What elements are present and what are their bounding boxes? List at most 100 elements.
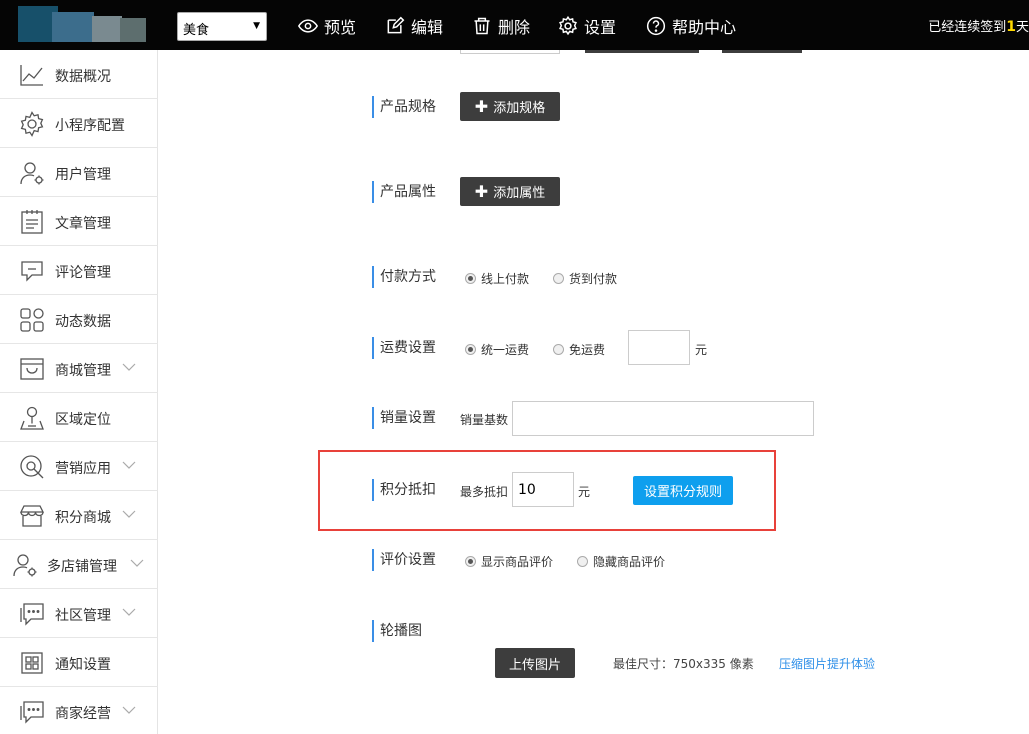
sidebar-item-label: 多店铺管理 bbox=[47, 559, 117, 575]
attr-label: 产品属性 bbox=[372, 181, 436, 203]
sidebar-item-label: 数据概况 bbox=[55, 69, 111, 85]
radio-checked-icon bbox=[465, 344, 476, 355]
sidebar-item-marketing-apps[interactable]: 营销应用 bbox=[0, 442, 158, 491]
review-hide-radio[interactable]: 隐藏商品评价 bbox=[577, 553, 665, 570]
points-max-label: 最多抵扣 bbox=[460, 485, 509, 499]
add-spec-label: 添加规格 bbox=[493, 101, 546, 116]
chevron-down-icon bbox=[122, 706, 136, 714]
sidebar-item-article-management[interactable]: 文章管理 bbox=[0, 197, 158, 246]
delete-button[interactable]: 删除 bbox=[472, 14, 530, 38]
payment-online-label: 线上付款 bbox=[481, 272, 530, 286]
sales-base-input[interactable] bbox=[512, 401, 814, 436]
chevron-down-icon bbox=[122, 608, 136, 616]
checkin-prefix: 已经连续签到 bbox=[928, 20, 1007, 35]
store-icon bbox=[19, 505, 45, 527]
logo bbox=[18, 6, 146, 42]
sidebar-item-area-location[interactable]: 区域定位 bbox=[0, 393, 158, 442]
preview-label: 预览 bbox=[324, 18, 357, 37]
shipping-uniform-radio[interactable]: 统一运费 bbox=[465, 341, 529, 358]
add-spec-button[interactable]: ✚ 添加规格 bbox=[460, 92, 560, 121]
settings-button[interactable]: 设置 bbox=[558, 14, 616, 38]
sidebar-item-label: 营销应用 bbox=[55, 461, 111, 477]
edit-icon bbox=[387, 16, 405, 34]
help-center-button[interactable]: 帮助中心 bbox=[646, 14, 736, 38]
shipping-unit: 元 bbox=[695, 343, 708, 357]
notice-icon bbox=[21, 652, 43, 674]
chat-icon bbox=[20, 603, 44, 626]
payment-label: 付款方式 bbox=[372, 266, 436, 288]
sidebar-item-merchant-operations[interactable]: 商家经营 bbox=[0, 687, 158, 734]
sidebar-item-label: 社区管理 bbox=[55, 608, 111, 624]
sidebar-item-label: 评论管理 bbox=[55, 265, 111, 281]
sidebar-item-notification-settings[interactable]: 通知设置 bbox=[0, 638, 158, 687]
dropdown-arrow-icon: ▼ bbox=[253, 21, 260, 31]
main-content bbox=[178, 50, 1029, 734]
cut-off-button[interactable] bbox=[722, 50, 802, 53]
compress-image-link[interactable]: 压缩图片提升体验 bbox=[779, 655, 875, 672]
shop-box-icon bbox=[20, 358, 44, 380]
help-icon bbox=[646, 16, 666, 36]
payment-online-radio[interactable]: 线上付款 bbox=[465, 270, 529, 287]
sales-label: 销量设置 bbox=[372, 407, 436, 429]
sidebar: 数据概况 小程序配置 用户管理 文章管理 评论管理 动态数据 商城管理 区域定位… bbox=[0, 50, 158, 734]
gear-icon bbox=[20, 111, 44, 137]
settings-label: 设置 bbox=[584, 18, 617, 37]
cut-off-button[interactable] bbox=[585, 50, 699, 53]
sales-base-label: 销量基数 bbox=[460, 413, 509, 427]
chevron-down-icon bbox=[122, 510, 136, 518]
review-hide-label: 隐藏商品评价 bbox=[593, 555, 666, 569]
points-max-input[interactable]: 10 bbox=[512, 472, 574, 507]
shipping-fee-input[interactable] bbox=[628, 330, 690, 365]
sidebar-item-points-mall[interactable]: 积分商城 bbox=[0, 491, 158, 540]
spec-label: 产品规格 bbox=[372, 96, 436, 118]
payment-cod-radio[interactable]: 货到付款 bbox=[553, 270, 617, 287]
cut-off-input[interactable] bbox=[460, 50, 560, 54]
sidebar-item-label: 文章管理 bbox=[55, 216, 111, 232]
sidebar-item-miniapp-config[interactable]: 小程序配置 bbox=[0, 99, 158, 148]
chevron-down-icon bbox=[122, 363, 136, 371]
preview-button[interactable]: 预览 bbox=[298, 14, 356, 38]
plus-icon: ✚ bbox=[474, 181, 489, 201]
carousel-label: 轮播图 bbox=[372, 620, 422, 642]
eye-icon bbox=[298, 19, 318, 33]
sidebar-item-user-management[interactable]: 用户管理 bbox=[0, 148, 158, 197]
category-select[interactable]: 美食 ▼ bbox=[177, 12, 267, 41]
checkin-days: 1 bbox=[1006, 19, 1016, 35]
shipping-free-label: 免运费 bbox=[569, 343, 606, 357]
sidebar-item-label: 商城管理 bbox=[55, 363, 111, 379]
add-attr-button[interactable]: ✚ 添加属性 bbox=[460, 177, 560, 206]
checkin-suffix: 天 bbox=[1015, 20, 1029, 35]
plus-icon: ✚ bbox=[474, 96, 489, 116]
points-label: 积分抵扣 bbox=[372, 479, 436, 501]
sidebar-item-shop-management[interactable]: 商城管理 bbox=[0, 344, 158, 393]
trash-icon bbox=[474, 17, 490, 35]
radio-checked-icon bbox=[465, 273, 476, 284]
sidebar-item-label: 区域定位 bbox=[55, 412, 111, 428]
category-select-value: 美食 bbox=[183, 23, 210, 38]
article-icon bbox=[21, 210, 43, 234]
points-rule-button[interactable]: 设置积分规则 bbox=[633, 476, 733, 505]
delete-label: 删除 bbox=[498, 18, 531, 37]
shipping-label: 运费设置 bbox=[372, 337, 436, 359]
gear-icon bbox=[559, 16, 577, 36]
upload-image-button[interactable]: 上传图片 bbox=[495, 648, 575, 678]
shipping-uniform-label: 统一运费 bbox=[481, 343, 530, 357]
sidebar-item-dynamic-data[interactable]: 动态数据 bbox=[0, 295, 158, 344]
sidebar-item-label: 商家经营 bbox=[55, 706, 111, 722]
sidebar-item-comment-management[interactable]: 评论管理 bbox=[0, 246, 158, 295]
user-gear-icon bbox=[13, 554, 37, 577]
review-show-radio[interactable]: 显示商品评价 bbox=[465, 553, 553, 570]
user-gear-icon bbox=[20, 162, 44, 185]
add-attr-label: 添加属性 bbox=[493, 186, 546, 201]
edit-label: 编辑 bbox=[411, 18, 444, 37]
sidebar-item-data-overview[interactable]: 数据概况 bbox=[0, 50, 158, 99]
shipping-free-radio[interactable]: 免运费 bbox=[553, 341, 605, 358]
points-unit: 元 bbox=[578, 485, 591, 499]
sidebar-item-label: 动态数据 bbox=[55, 314, 111, 330]
sidebar-item-community[interactable]: 社区管理 bbox=[0, 589, 158, 638]
sidebar-item-label: 小程序配置 bbox=[55, 118, 125, 134]
review-show-label: 显示商品评价 bbox=[481, 555, 554, 569]
edit-button[interactable]: 编辑 bbox=[385, 14, 443, 38]
sidebar-item-multi-store[interactable]: 多店铺管理 bbox=[0, 540, 158, 589]
chat-icon bbox=[20, 701, 44, 724]
